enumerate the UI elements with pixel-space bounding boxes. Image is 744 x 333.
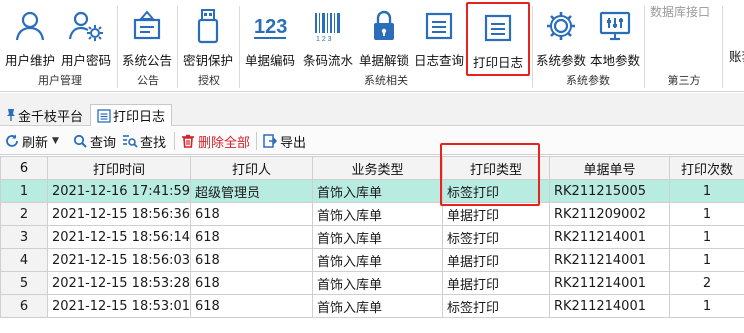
- export-icon: [262, 133, 278, 149]
- user-icon: [10, 6, 50, 46]
- document-unlock-button[interactable]: 单据解锁: [356, 4, 412, 70]
- print-log-icon: [478, 8, 518, 48]
- usb-key-icon: [188, 6, 228, 46]
- toolbar-separator: [174, 132, 175, 150]
- key-protection-button[interactable]: 密钥保护: [180, 4, 236, 70]
- table-row[interactable]: 2 2021-12-15 18:56:36 618 首饰入库单 单据打印 RK2…: [0, 202, 744, 226]
- tab-platform[interactable]: 金千枝平台: [4, 104, 83, 126]
- svg-text:1 2 3: 1 2 3: [316, 36, 332, 42]
- toolbar-separator: [256, 132, 257, 150]
- column-header-print-count[interactable]: 打印次数: [669, 156, 744, 180]
- pin-icon: [4, 108, 18, 122]
- table-header-row: 6 打印时间 打印人 业务类型 打印类型 单据单号 打印次数: [0, 156, 744, 180]
- barcode-icon: 1 2 3: [308, 6, 348, 46]
- refresh-icon: [4, 133, 20, 149]
- document-code-button[interactable]: 123 单据编码: [242, 4, 298, 70]
- table-row[interactable]: 3 2021-12-15 18:56:14 618 首饰入库单 标签打印 RK2…: [0, 225, 744, 249]
- ribbon: 用户维护 用户密码 系统公告 密钥保护 123 单据编码 1 2 3 条码流水: [0, 0, 744, 92]
- find-button[interactable]: 查找: [122, 131, 166, 151]
- row-count-header: 6: [0, 156, 48, 180]
- column-header-printer[interactable]: 打印人: [190, 156, 313, 180]
- log-query-button[interactable]: 日志查询: [412, 4, 466, 70]
- trash-icon: [180, 133, 196, 149]
- log-icon: [95, 108, 113, 123]
- numbers-icon: 123: [250, 6, 290, 46]
- ribbon-separator: [722, 6, 723, 88]
- delete-all-button[interactable]: 删除全部: [180, 131, 250, 151]
- column-header-print-type[interactable]: 打印类型: [442, 156, 550, 180]
- monitor-settings-icon: [595, 6, 635, 46]
- database-interface-label: 数据库接口: [650, 5, 711, 19]
- column-header-business-type[interactable]: 业务类型: [312, 156, 443, 180]
- search-icon: [72, 133, 88, 149]
- log-icon: [419, 6, 459, 46]
- lock-icon: [364, 6, 404, 46]
- group-authorization: 授权: [198, 74, 220, 87]
- ribbon-separator: [177, 6, 178, 88]
- print-log-button[interactable]: 打印日志: [466, 2, 530, 76]
- system-announcement-button[interactable]: 系统公告: [120, 4, 174, 70]
- group-announcement: 公告: [137, 74, 159, 87]
- chevron-down-icon[interactable]: ▼: [52, 136, 59, 146]
- ribbon-separator: [117, 6, 118, 88]
- user-maintenance-button[interactable]: 用户维护: [4, 4, 56, 70]
- group-third-party: 第三方: [667, 74, 701, 87]
- group-system-params: 系统参数: [566, 74, 610, 87]
- table-row[interactable]: 1 2021-12-16 17:41:59 超级管理员 首饰入库单 标签打印 R…: [0, 179, 744, 203]
- print-log-table: 6 打印时间 打印人 业务类型 打印类型 单据单号 打印次数 1 2021-12…: [0, 156, 744, 318]
- column-header-print-time[interactable]: 打印时间: [47, 156, 191, 180]
- query-button[interactable]: 查询: [72, 131, 116, 151]
- table-row[interactable]: 4 2021-12-15 18:56:03 618 首饰入库单 单据打印 RK2…: [0, 248, 744, 272]
- table-row[interactable]: 5 2021-12-15 18:53:28 618 首饰入库单 单据打印 RK2…: [0, 271, 744, 295]
- system-params-button[interactable]: 系统参数: [534, 4, 588, 70]
- document-tabs: 金千枝平台 打印日志: [0, 93, 744, 126]
- gear-icon: [541, 6, 581, 46]
- group-user-management: 用户管理: [38, 74, 82, 87]
- tab-print-log[interactable]: 打印日志: [90, 104, 173, 126]
- local-params-button[interactable]: 本地参数: [588, 4, 642, 70]
- announcement-icon: [127, 6, 167, 46]
- table-row[interactable]: 6 2021-12-15 18:53:01 618 首饰入库单 标签打印 RK2…: [0, 294, 744, 318]
- export-button[interactable]: 导出: [262, 131, 306, 151]
- group-system-related: 系统相关: [364, 74, 408, 87]
- ribbon-separator: [644, 6, 645, 88]
- svg-text:123: 123: [254, 16, 287, 38]
- column-header-document-number[interactable]: 单据单号: [549, 156, 670, 180]
- account-set-button[interactable]: 账套: [729, 46, 744, 65]
- barcode-flow-button[interactable]: 1 2 3 条码流水: [300, 4, 356, 70]
- refresh-button[interactable]: 刷新 ▼: [4, 131, 59, 151]
- user-password-button[interactable]: 用户密码: [58, 4, 114, 70]
- find-list-icon: [122, 133, 138, 149]
- ribbon-separator: [239, 6, 240, 88]
- print-log-grid: 6 打印时间 打印人 业务类型 打印类型 单据单号 打印次数 1 2021-12…: [0, 156, 744, 318]
- toolbar: 刷新 ▼ 查询 查找 删除全部 导出: [0, 127, 744, 155]
- ribbon-separator: [532, 6, 533, 88]
- user-settings-icon: [66, 6, 106, 46]
